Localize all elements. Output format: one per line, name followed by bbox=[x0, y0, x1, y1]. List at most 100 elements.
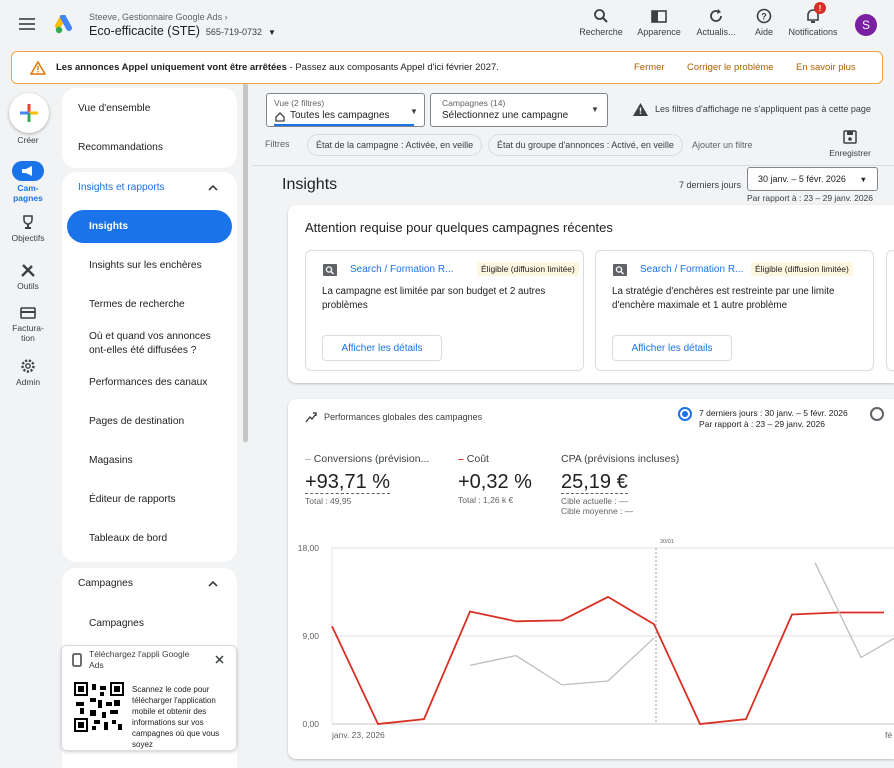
filter-chip-adgroup-status[interactable]: État du groupe d'annonces : Activé, en v… bbox=[488, 134, 683, 156]
rail-item-goals[interactable]: Objectifs bbox=[0, 214, 56, 243]
sidebar-item-insights[interactable]: Insights bbox=[89, 220, 128, 234]
attention-text: La campagne est limitée par son budget e… bbox=[322, 286, 546, 311]
sidebar-item-auction-insights[interactable]: Insights sur les enchères bbox=[89, 259, 202, 273]
tools-icon bbox=[21, 264, 35, 277]
alert-title: Les annonces Appel uniquement vont être … bbox=[56, 62, 287, 73]
avatar[interactable]: S bbox=[855, 14, 877, 36]
menu-icon[interactable] bbox=[19, 17, 35, 31]
home-icon bbox=[275, 112, 285, 122]
series-legend-dash: – bbox=[305, 453, 311, 465]
trophy-icon bbox=[23, 215, 33, 229]
date-range-label: 7 derniers jours bbox=[679, 180, 742, 190]
campaign-link[interactable]: Search / Formation R... bbox=[350, 264, 453, 275]
rail-item-tools[interactable]: Outils bbox=[0, 262, 56, 291]
account-path[interactable]: Steeve, Gestionnaire Google Ads › bbox=[89, 12, 228, 22]
sidebar-section-campaigns[interactable]: Campagnes bbox=[78, 578, 133, 589]
save-icon bbox=[843, 130, 857, 144]
save-button[interactable]: Enregistrer bbox=[823, 130, 877, 158]
dismiss-alert-link[interactable]: Fermer bbox=[634, 62, 665, 73]
metric-cost[interactable]: – Coût +0,32 % Total : 1,26 k € bbox=[458, 453, 532, 505]
sidebar-item-stores[interactable]: Magasins bbox=[89, 454, 133, 468]
metric-total: Total : 1,26 k € bbox=[458, 495, 514, 505]
trend-icon bbox=[305, 412, 317, 423]
admin-label: Admin bbox=[15, 377, 41, 387]
learn-more-link[interactable]: En savoir plus bbox=[796, 62, 856, 73]
attention-item-1: Search / Formation R... Éligible (diffus… bbox=[305, 250, 584, 371]
appearance-button[interactable]: Apparence bbox=[637, 8, 681, 37]
attention-title: Attention requise pour quelques campagne… bbox=[305, 220, 613, 235]
show-details-button[interactable]: Afficher les détails bbox=[612, 335, 732, 361]
sidebar-item-campaigns[interactable]: Campagnes bbox=[89, 617, 144, 631]
view-filter-value: Toutes les campagnes bbox=[290, 110, 390, 121]
sidebar-item-report-editor[interactable]: Éditeur de rapports bbox=[89, 493, 176, 507]
y-tick-label: 18,00 bbox=[298, 543, 320, 553]
refresh-icon bbox=[710, 9, 722, 22]
sidebar-section-insights[interactable]: Insights et rapports bbox=[78, 182, 165, 193]
compare-range: Par rapport à : 23 – 29 janv. 2026 bbox=[747, 193, 874, 203]
caret-down-icon: ▼ bbox=[410, 107, 418, 116]
plus-icon bbox=[20, 104, 38, 122]
alert-text: - Passez aux composants Appel d'ici févr… bbox=[286, 62, 499, 73]
metric-label: Coût bbox=[466, 453, 489, 465]
series-legend-dash: – bbox=[458, 453, 464, 465]
fix-problem-link[interactable]: Corriger le problème bbox=[687, 62, 774, 73]
refresh-button[interactable]: Actualis... bbox=[694, 8, 738, 37]
appearance-icon bbox=[651, 10, 667, 23]
metric-target-current: Cible actuelle : — bbox=[561, 496, 628, 506]
rail-item-admin[interactable]: Admin bbox=[0, 358, 56, 387]
metric-conversions[interactable]: – Conversions (prévision... +93,71 % Tot… bbox=[305, 453, 429, 506]
conversions-series-line bbox=[814, 562, 894, 659]
chevron-right-icon: › bbox=[224, 12, 228, 22]
add-filter-link[interactable]: Ajouter un filtre bbox=[692, 140, 753, 150]
date-range-picker[interactable]: 30 janv. – 5 févr. 2026 ▼ bbox=[747, 167, 878, 191]
warning-icon bbox=[30, 61, 46, 75]
create-button[interactable] bbox=[9, 93, 49, 133]
campaign-filter-dropdown[interactable]: Campagnes (14) Sélectionnez une campagne… bbox=[430, 93, 608, 127]
search-button[interactable]: Recherche bbox=[579, 8, 623, 37]
campaign-link[interactable]: Search / Formation R... bbox=[640, 264, 743, 275]
billing-icon bbox=[20, 307, 36, 319]
sidebar-item-landing-pages[interactable]: Pages de destination bbox=[89, 415, 184, 429]
qr-code bbox=[74, 682, 124, 732]
metric-value: +0,32 % bbox=[458, 471, 532, 493]
sidebar-item-where-when[interactable]: Où et quand vos annonces ont-elles été d… bbox=[89, 330, 224, 358]
sidebar-item-dashboards[interactable]: Tableaux de bord bbox=[89, 532, 167, 546]
account-selector[interactable]: Eco-efficacite (STE) 565-719-0732 ▼ bbox=[89, 24, 276, 38]
sidebar-item-recommendations[interactable]: Recommandations bbox=[78, 142, 163, 153]
performance-card: Performances globales des campagnes 7 de… bbox=[288, 399, 894, 759]
period-radio-other[interactable] bbox=[870, 407, 884, 421]
rail-item-billing[interactable]: Factura- tion bbox=[0, 306, 56, 343]
status-badge: Éligible (diffusion limitée) bbox=[751, 262, 853, 276]
search-icon bbox=[594, 9, 608, 23]
view-filter-dropdown[interactable]: Vue (2 filtres) Toutes les campagnes ▼ bbox=[266, 93, 425, 127]
sidebar-item-overview[interactable]: Vue d'ensemble bbox=[78, 103, 150, 114]
date-range-value: 30 janv. – 5 févr. 2026 bbox=[758, 174, 846, 184]
metric-cpa[interactable]: CPA (prévisions incluses) 25,19 € Cible … bbox=[561, 453, 679, 516]
rail-item-campaigns[interactable]: Cam- pagnes bbox=[0, 161, 56, 203]
x-tick-label: janv. 23, 2026 bbox=[331, 730, 385, 740]
chevron-up-icon[interactable] bbox=[208, 580, 218, 587]
sidebar-item-search-terms[interactable]: Termes de recherche bbox=[89, 298, 185, 312]
app-promo-card: Téléchargez l'appli Google Ads Scannez l… bbox=[61, 645, 237, 751]
series-layer bbox=[331, 562, 894, 725]
period-radio-selected[interactable] bbox=[678, 407, 692, 421]
notifications-button[interactable]: ! Notifications bbox=[786, 2, 840, 37]
warning-filled-icon bbox=[633, 103, 648, 116]
refresh-label: Actualis... bbox=[696, 27, 736, 37]
close-icon[interactable] bbox=[215, 655, 224, 664]
sidebar-scrollbar[interactable] bbox=[243, 84, 248, 442]
page-title: Insights bbox=[282, 176, 338, 193]
filter-chip-campaign-status[interactable]: État de la campagne : Activée, en veille bbox=[307, 134, 483, 156]
app-promo-title: Téléchargez l'appli Google Ads bbox=[89, 649, 190, 670]
appearance-label: Apparence bbox=[637, 27, 681, 37]
period-line2: Par rapport à : 23 – 29 janv. 2026 bbox=[699, 419, 826, 429]
chevron-up-icon[interactable] bbox=[208, 184, 218, 191]
help-button[interactable]: ? Aide bbox=[748, 8, 780, 37]
help-icon: ? bbox=[756, 8, 772, 24]
sidebar-item-channel-performance[interactable]: Performances des canaux bbox=[89, 376, 207, 390]
marker-label: 30/01 bbox=[660, 539, 674, 545]
show-details-button[interactable]: Afficher les détails bbox=[322, 335, 442, 361]
campaign-filter-value: Sélectionnez une campagne bbox=[442, 110, 569, 121]
caret-down-icon: ▼ bbox=[859, 175, 867, 184]
metric-value: +93,71 % bbox=[305, 471, 391, 494]
